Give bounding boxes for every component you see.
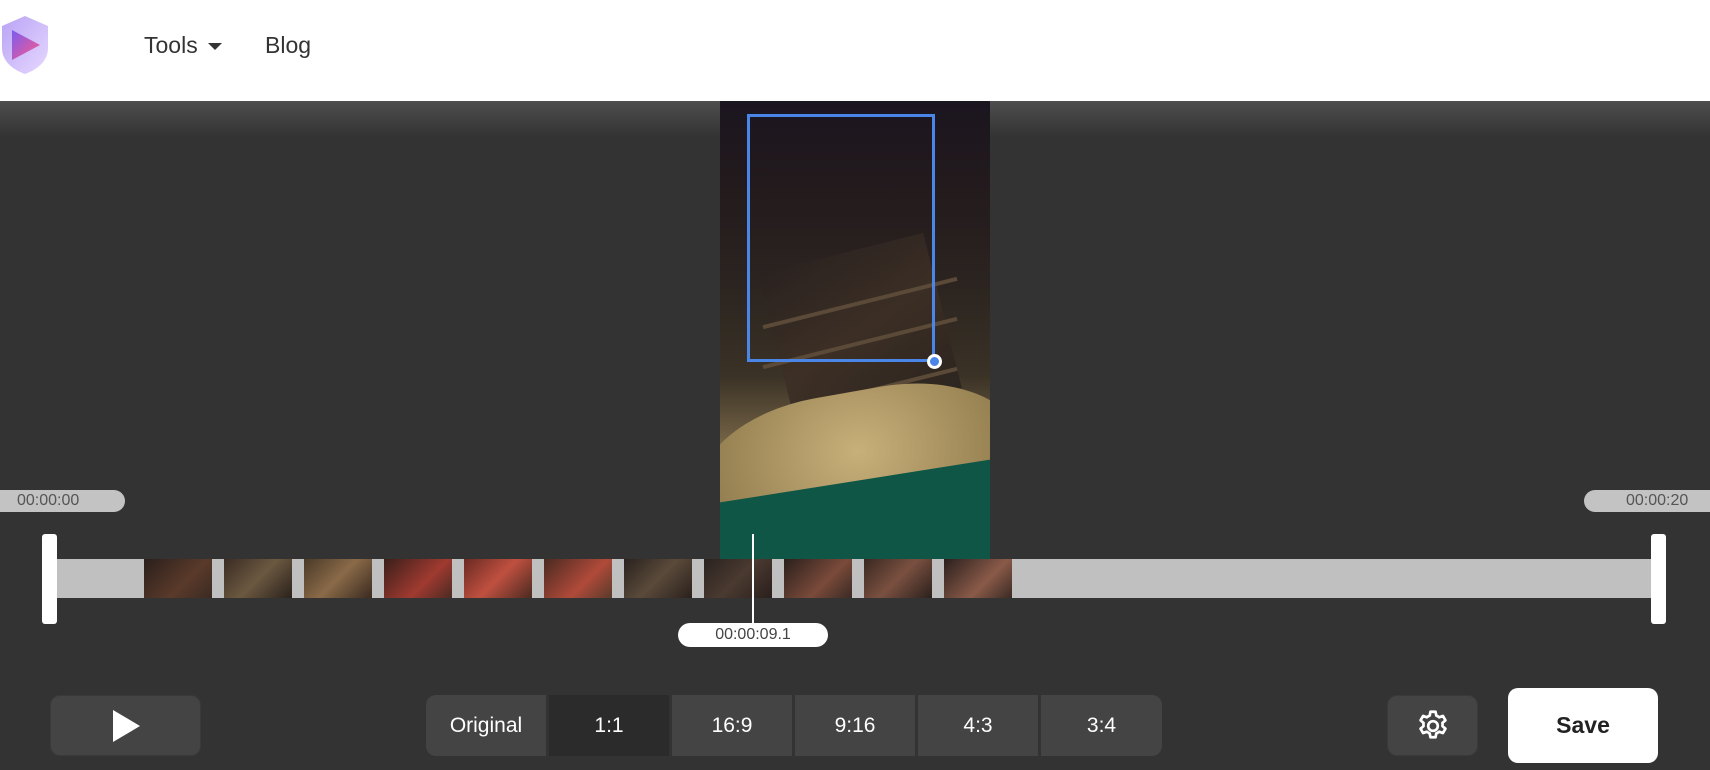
caret-down-icon: [207, 43, 222, 50]
crop-resize-handle[interactable]: [927, 354, 942, 369]
playhead[interactable]: [752, 534, 754, 624]
trim-start-handle[interactable]: [42, 534, 57, 624]
save-button[interactable]: Save: [1508, 688, 1658, 763]
gear-icon: [1418, 709, 1447, 739]
nav-tools-menu[interactable]: Tools: [144, 32, 222, 59]
timeline-thumbnail: [944, 559, 1012, 598]
timeline-thumbnail: [784, 559, 852, 598]
current-time-marker[interactable]: 00:00:09.1: [678, 623, 828, 647]
timeline-start-time: 00:00:00: [0, 490, 125, 512]
play-button[interactable]: [50, 695, 201, 756]
ratio-1-1-button[interactable]: 1:1: [549, 695, 669, 756]
aspect-ratio-selector: Original 1:1 16:9 9:16 4:3 3:4: [426, 695, 1162, 756]
ratio-3-4-button[interactable]: 3:4: [1041, 695, 1162, 756]
timeline-thumbnail: [384, 559, 452, 598]
top-nav-bar: Tools Blog: [0, 0, 1710, 101]
timeline-thumbnail: [144, 559, 212, 598]
play-icon: [113, 710, 140, 742]
crop-selection-box[interactable]: [747, 114, 935, 362]
nav-blog-link[interactable]: Blog: [265, 32, 311, 59]
timeline-thumbnail: [624, 559, 692, 598]
trim-end-handle[interactable]: [1651, 534, 1666, 624]
timeline-end-time: 00:00:20: [1584, 490, 1710, 512]
settings-button[interactable]: [1387, 695, 1478, 756]
timeline-thumbnail: [464, 559, 532, 598]
timeline-thumbnail: [544, 559, 612, 598]
nav-tools-label: Tools: [144, 32, 198, 58]
ratio-9-16-button[interactable]: 9:16: [795, 695, 915, 756]
ratio-4-3-button[interactable]: 4:3: [918, 695, 1038, 756]
ratio-16-9-button[interactable]: 16:9: [672, 695, 792, 756]
timeline-track[interactable]: [56, 559, 1654, 598]
timeline-thumbnail: [864, 559, 932, 598]
ratio-original-button[interactable]: Original: [426, 695, 546, 756]
logo-shield-play-icon[interactable]: [0, 14, 50, 76]
timeline-thumbnail: [224, 559, 292, 598]
timeline-thumbnail: [304, 559, 372, 598]
timeline-thumbnail: [704, 559, 772, 598]
